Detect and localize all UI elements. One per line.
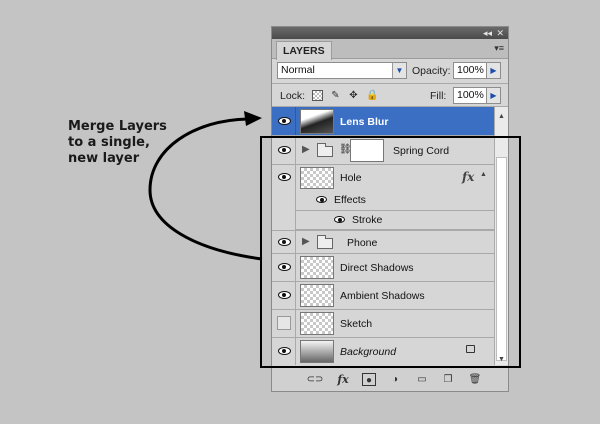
scroll-thumb[interactable] <box>496 157 507 361</box>
panel-tabrow: LAYERS ▾≡ <box>272 39 508 60</box>
chevron-down-icon[interactable]: ▼ <box>392 63 406 78</box>
eye-icon[interactable] <box>316 196 327 203</box>
layer-row-ambient-shadows[interactable]: Ambient Shadows <box>272 282 494 310</box>
fill-label: Fill: <box>430 90 447 102</box>
folder-icon <box>317 143 333 157</box>
panel-menu-icon[interactable]: ▾≡ <box>494 43 504 54</box>
new-group-icon[interactable]: ▭ <box>415 373 429 386</box>
lock-all-icon[interactable]: 🔒 <box>366 90 378 101</box>
visibility-toggle[interactable] <box>272 310 296 337</box>
collapse-effects-icon[interactable]: ▲ <box>480 171 487 178</box>
new-layer-icon[interactable]: ❐ <box>441 373 455 386</box>
effect-name: Stroke <box>352 214 383 226</box>
annotation-text: Merge Layers to a single, new layer <box>68 119 188 167</box>
layers-panel: ◂◂ ✕ LAYERS ▾≡ Normal ▼ Opacity: 100% ▶ … <box>271 26 509 392</box>
opacity-label: Opacity: <box>412 65 451 77</box>
trash-icon[interactable]: 🗑 <box>468 373 482 386</box>
layer-name[interactable]: Ambient Shadows <box>340 290 425 302</box>
layer-name[interactable]: Sketch <box>340 318 372 330</box>
eye-icon <box>278 173 291 181</box>
layer-row-sketch[interactable]: Sketch <box>272 310 494 338</box>
effect-row-stroke[interactable]: Stroke <box>296 210 494 230</box>
panel-footer: ⊂⊃ fx ● ◑ ▭ ❐ 🗑 <box>272 367 508 391</box>
eye-icon[interactable] <box>334 216 345 223</box>
lock-label: Lock: <box>280 90 306 102</box>
panel-titlebar[interactable]: ◂◂ ✕ <box>272 27 508 39</box>
folder-icon <box>317 235 333 249</box>
fx-icon[interactable]: fx <box>462 170 474 184</box>
add-mask-icon[interactable]: ● <box>362 373 376 386</box>
layer-name[interactable]: Hole <box>340 172 362 184</box>
layer-name[interactable]: Lens Blur <box>340 116 388 128</box>
layer-thumbnail <box>300 256 334 279</box>
visibility-toggle[interactable] <box>272 231 296 253</box>
visibility-toggle[interactable] <box>272 282 296 309</box>
eye-icon <box>278 238 291 246</box>
fill-slider-button[interactable]: ▶ <box>487 87 501 104</box>
visibility-toggle[interactable] <box>272 136 296 164</box>
hidden-eye-box <box>277 316 291 330</box>
link-layers-icon[interactable]: ⊂⊃ <box>306 373 324 386</box>
visibility-toggle[interactable] <box>272 338 296 365</box>
eye-icon <box>278 291 291 299</box>
layer-thumbnail <box>300 284 334 307</box>
layer-row-lens-blur[interactable]: Lens Blur <box>272 107 494 136</box>
lock-image-icon[interactable]: ✎ <box>330 90 341 101</box>
layer-thumbnail <box>300 340 334 363</box>
lock-transparency-icon[interactable] <box>312 90 323 101</box>
annotation-line: to a single, <box>68 135 150 150</box>
layer-row-hole[interactable]: Hole fx ▲ <box>272 165 494 230</box>
scroll-up-icon[interactable]: ▲ <box>498 113 505 120</box>
expand-triangle-icon[interactable]: ▶ <box>302 236 310 247</box>
close-icon[interactable]: ✕ <box>496 27 504 39</box>
layer-thumbnail <box>300 109 334 134</box>
layer-thumbnail <box>300 312 334 335</box>
layer-name[interactable]: Direct Shadows <box>340 262 414 274</box>
layers-list: Lens Blur ▶ ⛓ Spring Cord Hole fx ▲ Effe… <box>272 107 494 365</box>
lock-icon <box>466 345 475 353</box>
fill-input[interactable]: 100% <box>453 87 487 104</box>
eye-icon <box>278 146 291 154</box>
layer-name[interactable]: Background <box>340 346 396 358</box>
visibility-toggle[interactable] <box>272 165 296 230</box>
layer-row-phone[interactable]: ▶ Phone <box>272 231 494 254</box>
annotation-line: Merge Layers <box>68 119 167 134</box>
layer-thumbnail <box>300 167 334 189</box>
divider <box>272 83 508 84</box>
layer-name[interactable]: Phone <box>347 237 377 249</box>
tab-layers[interactable]: LAYERS <box>276 41 332 60</box>
lock-position-icon[interactable]: ✥ <box>348 90 359 101</box>
collapse-icon[interactable]: ◂◂ <box>483 27 492 39</box>
visibility-toggle[interactable] <box>272 107 296 135</box>
blend-mode-select[interactable]: Normal ▼ <box>277 62 407 79</box>
opacity-slider-button[interactable]: ▶ <box>487 62 501 79</box>
blend-mode-value: Normal <box>281 64 315 76</box>
expand-triangle-icon[interactable]: ▶ <box>302 144 310 155</box>
effects-label: Effects <box>334 194 366 206</box>
layer-row-direct-shadows[interactable]: Direct Shadows <box>272 254 494 282</box>
add-style-icon[interactable]: fx <box>336 373 350 386</box>
layer-row-background[interactable]: Background <box>272 338 494 365</box>
eye-icon <box>278 117 291 125</box>
arrow-head <box>244 111 262 126</box>
layer-row-spring-cord[interactable]: ▶ ⛓ Spring Cord <box>272 136 494 165</box>
visibility-toggle[interactable] <box>272 254 296 281</box>
opacity-input[interactable]: 100% <box>453 62 487 79</box>
mask-thumbnail <box>350 139 384 162</box>
adjustment-layer-icon[interactable]: ◑ <box>388 373 402 386</box>
scroll-down-icon[interactable]: ▼ <box>498 356 505 363</box>
eye-icon <box>278 263 291 271</box>
eye-icon <box>278 347 291 355</box>
annotation-line: new layer <box>68 151 140 166</box>
scrollbar[interactable]: ▲ ▼ <box>494 107 508 365</box>
layer-name[interactable]: Spring Cord <box>393 145 449 157</box>
effects-row[interactable]: Effects <box>296 191 494 210</box>
